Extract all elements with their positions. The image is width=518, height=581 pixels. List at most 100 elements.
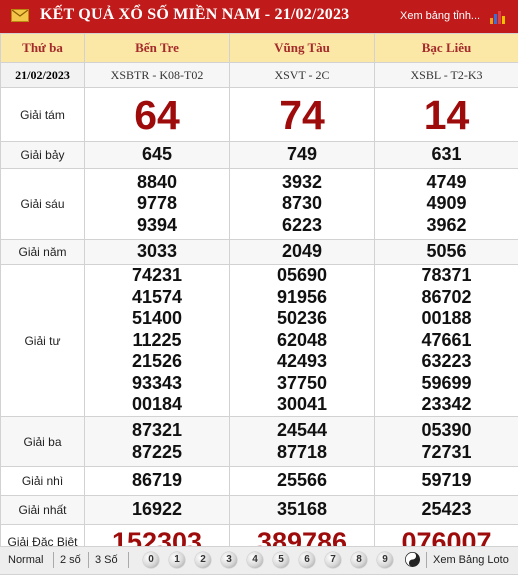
digit-filter-8[interactable]: 8 <box>351 552 367 568</box>
two-digit-button[interactable]: 2 số <box>60 554 81 566</box>
ticket-code: XSVT - 2C <box>229 62 375 88</box>
prize-number: 4909 <box>426 193 467 214</box>
prize-number: 78371 <box>421 265 472 286</box>
digit-filter-4[interactable]: 4 <box>247 552 263 568</box>
digit-filter-2[interactable]: 2 <box>195 552 211 568</box>
prize-cell: 4749 4909 3962 <box>374 168 518 240</box>
prize-cell: 87321 87225 <box>84 416 230 467</box>
prize-number: 93343 <box>131 372 183 393</box>
digit-filter-3[interactable]: 3 <box>221 552 237 568</box>
separator <box>426 552 427 568</box>
prize-cell: 05690 91956 50236 62048 42493 37750 30041 <box>229 264 375 417</box>
prize-cell: 749 <box>229 141 375 169</box>
prize-cell: 631 <box>374 141 518 169</box>
prize-number: 9394 <box>136 214 178 235</box>
prize-number: 8840 <box>136 171 178 192</box>
prize-cell: 3033 <box>84 239 230 265</box>
prize-cell: 645 <box>84 141 230 169</box>
prize-number: 63223 <box>421 351 472 372</box>
prize-cell: 78371 86702 00188 47661 63223 59699 23342 <box>374 264 518 417</box>
prize-row: Giải nhì 86719 25566 59719 <box>0 466 518 496</box>
prize-cell: 64 <box>84 87 230 142</box>
results-table: Thứ ba Bến Tre Vũng Tàu Bạc Liêu 21/02/2… <box>0 33 518 559</box>
prize-cell: 35168 <box>229 495 375 525</box>
view-province-table-link[interactable]: Xem bảng tỉnh... <box>400 10 480 22</box>
prize-number: 62048 <box>276 329 328 350</box>
prize-cell: 25566 <box>229 466 375 496</box>
prize-number: 21526 <box>131 351 183 372</box>
prize-number: 25423 <box>421 499 472 520</box>
prize-label: Giải nhất <box>0 495 85 525</box>
prize-number: 05690 <box>276 265 328 286</box>
prize-label: Giải tám <box>0 87 85 142</box>
prize-number: 42493 <box>276 351 328 372</box>
three-digit-button[interactable]: 3 Số <box>95 554 118 566</box>
digit-filter-7[interactable]: 7 <box>325 552 341 568</box>
digit-filter-5[interactable]: 5 <box>273 552 289 568</box>
prize-number: 87225 <box>131 441 183 462</box>
yin-yang-icon[interactable] <box>405 552 420 567</box>
view-loto-link[interactable]: Xem Bảng Loto <box>433 554 509 566</box>
province-bac-lieu[interactable]: Bạc Liêu <box>374 33 518 63</box>
ticket-code: XSBTR - K08-T02 <box>84 62 230 88</box>
bar-chart-icon[interactable] <box>490 10 506 24</box>
prize-cell: 8840 9778 9394 <box>84 168 230 240</box>
prize-number: 41574 <box>131 286 183 307</box>
prize-number: 37750 <box>276 372 328 393</box>
prize-number: 5056 <box>426 241 467 262</box>
envelope-icon <box>11 9 29 22</box>
prize-number: 87718 <box>276 441 328 462</box>
prize-number: 3962 <box>426 214 467 235</box>
prize-number: 2049 <box>281 241 323 262</box>
prize-number: 749 <box>286 144 318 165</box>
normal-view-button[interactable]: Normal <box>8 554 43 566</box>
header-bar: KẾT QUẢ XỔ SỐ MIỀN NAM - 21/02/2023 Xem … <box>0 0 518 33</box>
prize-number: 05390 <box>421 420 472 440</box>
prize-number: 16922 <box>131 499 183 520</box>
prize-number: 25566 <box>276 470 328 491</box>
prize-number: 87321 <box>131 420 183 440</box>
prize-label: Giải bảy <box>0 141 85 169</box>
page-title: KẾT QUẢ XỔ SỐ MIỀN NAM - 21/02/2023 <box>40 6 350 23</box>
digit-filter-6[interactable]: 6 <box>299 552 315 568</box>
date-row: 21/02/2023 XSBTR - K08-T02 XSVT - 2C XSB… <box>0 62 518 88</box>
prize-number: 86702 <box>421 286 472 307</box>
draw-date: 21/02/2023 <box>0 62 85 88</box>
prize-cell: 16922 <box>84 495 230 525</box>
prize-cell: 3932 8730 6223 <box>229 168 375 240</box>
prize-row: Giải nhất 16922 35168 25423 <box>0 495 518 525</box>
prize-row: Giải tám 64 74 14 <box>0 87 518 142</box>
prize-number: 35168 <box>276 499 328 520</box>
digit-filter-9[interactable]: 9 <box>377 552 393 568</box>
prize-number: 6223 <box>281 214 323 235</box>
digit-filter-1[interactable]: 1 <box>169 552 185 568</box>
digit-filter-0[interactable]: 0 <box>143 552 159 568</box>
prize-cell: 05390 72731 <box>374 416 518 467</box>
province-row: Thứ ba Bến Tre Vũng Tàu Bạc Liêu <box>0 33 518 63</box>
prize-number: 3932 <box>281 171 323 192</box>
prize-number: 72731 <box>421 441 472 462</box>
prize-number: 24544 <box>276 420 328 440</box>
prize-number: 00184 <box>131 394 183 415</box>
prize-number: 91956 <box>276 286 328 307</box>
prize-number: 23342 <box>421 394 472 415</box>
prize-number: 74 <box>279 91 325 138</box>
prize-number: 50236 <box>276 308 328 329</box>
prize-cell: 86719 <box>84 466 230 496</box>
province-ben-tre[interactable]: Bến Tre <box>84 33 230 63</box>
prize-number: 4749 <box>426 171 467 192</box>
footer-toolbar: Normal 2 số 3 Số 0123456789 Xem Bảng Lot… <box>0 546 518 575</box>
prize-number: 30041 <box>276 394 328 415</box>
prize-number: 11225 <box>132 329 182 350</box>
prize-number: 00188 <box>421 308 472 329</box>
prize-number: 3033 <box>136 241 178 262</box>
ticket-code: XSBL - T2-K3 <box>374 62 518 88</box>
prize-row: Giải tư 74231 41574 51400 11225 21526 93343 001… <box>0 264 518 417</box>
prize-label: Giải nhì <box>0 466 85 496</box>
province-vung-tau[interactable]: Vũng Tàu <box>229 33 375 63</box>
prize-number: 74231 <box>131 265 183 286</box>
prize-label: Giải năm <box>0 239 85 265</box>
prize-number: 64 <box>134 91 180 138</box>
prize-number: 59719 <box>421 470 472 491</box>
prize-cell: 5056 <box>374 239 518 265</box>
